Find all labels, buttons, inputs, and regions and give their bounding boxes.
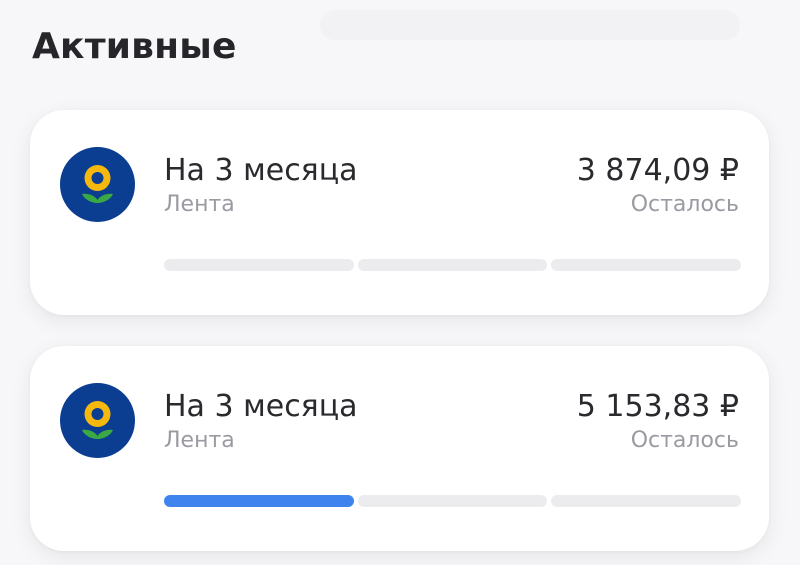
progress-segment-pending [551, 259, 742, 271]
section-title: Активные [32, 26, 237, 67]
progress-segment-paid [164, 495, 354, 507]
remaining-amount: 3 874,09 ₽ [576, 153, 739, 188]
remaining-amount: 5 153,83 ₽ [576, 389, 739, 424]
lenta-logo-icon [60, 383, 135, 458]
remaining-caption: Осталось [630, 192, 739, 217]
plan-title: На 3 месяца [164, 153, 358, 188]
progress-segment-pending [164, 259, 354, 271]
installment-card[interactable]: На 3 месяца Лента 3 874,09 ₽ Осталось [30, 110, 769, 315]
store-name: Лента [164, 428, 235, 453]
plan-title: На 3 месяца [164, 389, 358, 424]
installment-card[interactable]: На 3 месяца Лента 5 153,83 ₽ Осталось [30, 346, 769, 551]
faded-header-bar [320, 10, 740, 40]
progress-segment-pending [357, 259, 548, 271]
lenta-logo-icon [60, 147, 135, 222]
remaining-caption: Осталось [630, 428, 739, 453]
active-plans-screen: Активные На 3 месяца Лента 3 874,09 ₽ Ос… [0, 0, 800, 565]
store-name: Лента [164, 192, 235, 217]
progress-segment-pending [357, 495, 548, 507]
payment-progress [164, 495, 742, 507]
progress-segment-pending [551, 495, 742, 507]
payment-progress [164, 259, 742, 271]
